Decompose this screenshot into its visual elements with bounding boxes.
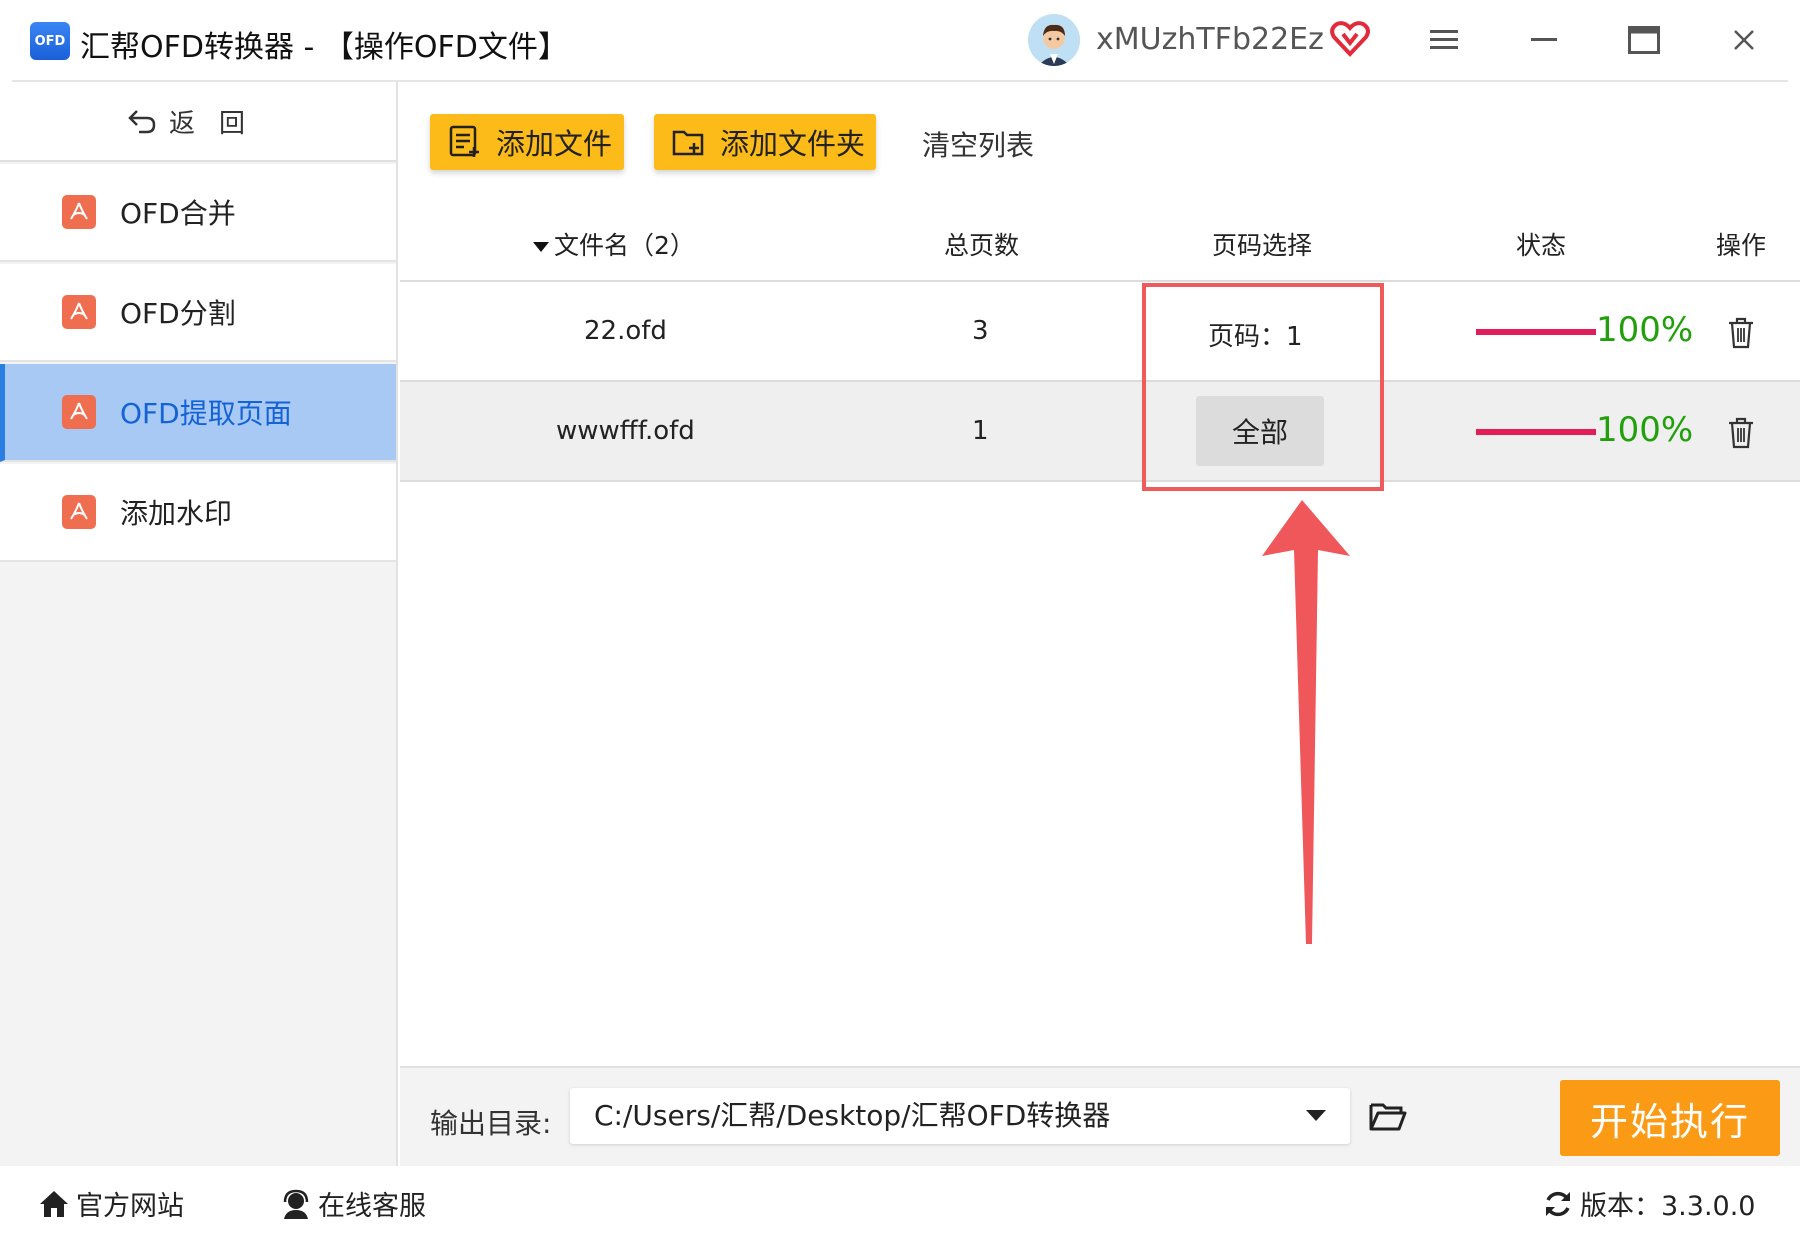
header-filename[interactable]: 文件名（2） <box>532 226 695 262</box>
add-folder-label: 添加文件夹 <box>720 127 866 161</box>
official-website-link[interactable]: 官方网站 <box>38 1184 184 1223</box>
sidebar-item-label: 添加水印 <box>120 497 233 530</box>
online-support-link[interactable]: 在线客服 <box>280 1184 426 1223</box>
header-total-pages: 总页数 <box>944 231 1020 260</box>
avatar-icon <box>1028 14 1080 66</box>
minimize-icon[interactable] <box>1524 20 1564 60</box>
maximize-icon[interactable] <box>1624 20 1664 60</box>
sidebar-item-label: OFD分割 <box>120 297 236 330</box>
pdf-icon <box>62 495 96 529</box>
support-label: 在线客服 <box>318 1191 426 1222</box>
pdf-icon <box>62 295 96 329</box>
output-dir-label: 输出目录: <box>430 1107 552 1140</box>
file-table-header: 文件名（2） 总页数 页码选择 状态 操作 <box>400 206 1800 282</box>
user-avatar[interactable] <box>1028 14 1080 66</box>
annotation-highlight-box <box>1142 283 1384 491</box>
version-info[interactable]: 版本：3.3.0.0 <box>1542 1184 1755 1223</box>
clear-list-button[interactable]: 清空列表 <box>922 124 1034 164</box>
row-filename: 22.ofd <box>584 316 667 346</box>
annotation-arrow-icon <box>1262 500 1350 944</box>
progress-bar <box>1476 329 1596 335</box>
close-icon[interactable] <box>1724 20 1764 60</box>
add-file-button[interactable]: 添加文件 <box>430 114 624 170</box>
title-bar: OFD 汇帮OFD转换器 - 【操作OFD文件】 xMUzhTFb22Ez <box>0 0 1800 80</box>
sidebar-item-ofd-merge[interactable]: OFD合并 <box>0 164 396 262</box>
progress-bar <box>1476 429 1596 435</box>
trash-icon[interactable] <box>1726 416 1756 450</box>
home-icon <box>40 1190 68 1217</box>
progress-percent: 100% <box>1596 410 1694 450</box>
trash-icon[interactable] <box>1726 316 1756 350</box>
username-label[interactable]: xMUzhTFb22Ez <box>1096 22 1324 57</box>
headset-icon <box>283 1189 309 1219</box>
header-action: 操作 <box>1716 231 1767 260</box>
row-total-pages: 1 <box>972 416 989 446</box>
output-bar: 输出目录: C:/Users/汇帮/Desktop/汇帮OFD转换器 开始执行 <box>400 1066 1800 1166</box>
table-row[interactable]: wwwfff.ofd 1 全部 100% <box>400 382 1800 482</box>
add-file-label: 添加文件 <box>496 127 613 161</box>
back-button[interactable]: 返回 <box>0 82 396 162</box>
pdf-icon <box>62 195 96 229</box>
header-filename-label: 文件名（2） <box>554 231 695 260</box>
chevron-down-icon[interactable] <box>1306 1110 1326 1121</box>
row-total-pages: 3 <box>972 316 989 346</box>
footer: 官方网站 在线客服 版本：3.3.0.0 <box>0 1168 1800 1234</box>
refresh-icon <box>1546 1191 1570 1216</box>
vip-heart-icon[interactable] <box>1330 20 1370 58</box>
app-logo-icon: OFD <box>30 22 70 60</box>
sidebar-item-label: OFD提取页面 <box>120 397 292 430</box>
window-title: 汇帮OFD转换器 - 【操作OFD文件】 <box>80 30 568 65</box>
output-path-select[interactable]: C:/Users/汇帮/Desktop/汇帮OFD转换器 <box>570 1088 1350 1144</box>
sidebar-item-add-watermark[interactable]: 添加水印 <box>0 464 396 562</box>
sidebar: 返回 OFD合并 OFD分割 OFD提取页面 添加水印 <box>0 82 398 1166</box>
output-path-value: C:/Users/汇帮/Desktop/汇帮OFD转换器 <box>594 1099 1111 1132</box>
back-label: 返回 <box>168 108 269 139</box>
start-button[interactable]: 开始执行 <box>1560 1080 1780 1156</box>
back-arrow-icon <box>128 110 156 134</box>
website-label: 官方网站 <box>76 1191 184 1222</box>
table-row[interactable]: 22.ofd 3 页码：1 100% <box>400 282 1800 382</box>
add-folder-button[interactable]: 添加文件夹 <box>654 114 876 170</box>
app-window: OFD 汇帮OFD转换器 - 【操作OFD文件】 xMUzhTFb22Ez 返回… <box>0 0 1800 1234</box>
header-page-select: 页码选择 <box>1212 231 1313 260</box>
open-folder-icon[interactable] <box>1368 1096 1408 1136</box>
sort-down-icon <box>533 242 549 252</box>
sidebar-item-ofd-split[interactable]: OFD分割 <box>0 264 396 362</box>
pdf-icon <box>62 395 96 429</box>
toolbar: 添加文件 添加文件夹 清空列表 <box>400 82 1800 192</box>
row-filename: wwwfff.ofd <box>556 416 695 446</box>
sidebar-item-ofd-extract-pages[interactable]: OFD提取页面 <box>0 364 396 462</box>
version-label: 版本：3.3.0.0 <box>1580 1191 1756 1222</box>
header-status: 状态 <box>1516 231 1567 260</box>
add-folder-icon <box>672 130 704 156</box>
add-file-icon <box>449 125 479 157</box>
sidebar-item-label: OFD合并 <box>120 197 236 230</box>
progress-percent: 100% <box>1596 310 1694 350</box>
menu-icon[interactable] <box>1424 20 1464 60</box>
